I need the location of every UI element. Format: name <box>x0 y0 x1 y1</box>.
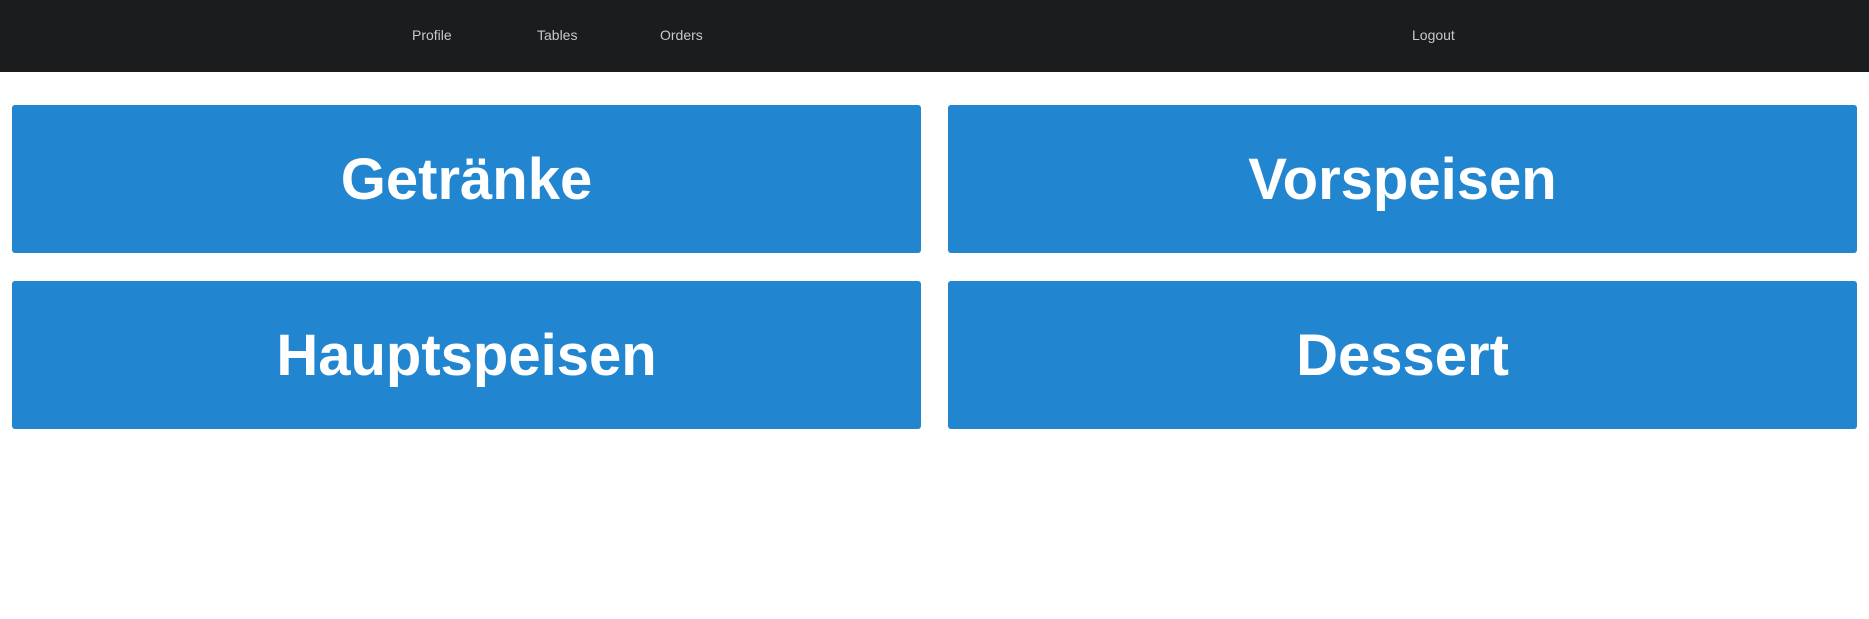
category-label: Hauptspeisen <box>276 322 657 388</box>
category-button-hauptspeisen[interactable]: Hauptspeisen <box>12 281 921 429</box>
category-label: Vorspeisen <box>1248 146 1557 212</box>
nav-orders-link[interactable]: Orders <box>660 0 703 70</box>
nav-tables-link[interactable]: Tables <box>537 0 577 70</box>
nav-profile-link[interactable]: Profile <box>412 0 452 70</box>
category-button-vorspeisen[interactable]: Vorspeisen <box>948 105 1857 253</box>
category-label: Getränke <box>340 146 593 212</box>
top-navbar: Profile Tables Orders Logout <box>0 0 1869 72</box>
category-button-getraenke[interactable]: Getränke <box>12 105 921 253</box>
category-button-dessert[interactable]: Dessert <box>948 281 1857 429</box>
nav-logout-link[interactable]: Logout <box>1412 0 1455 70</box>
category-label: Dessert <box>1296 322 1509 388</box>
